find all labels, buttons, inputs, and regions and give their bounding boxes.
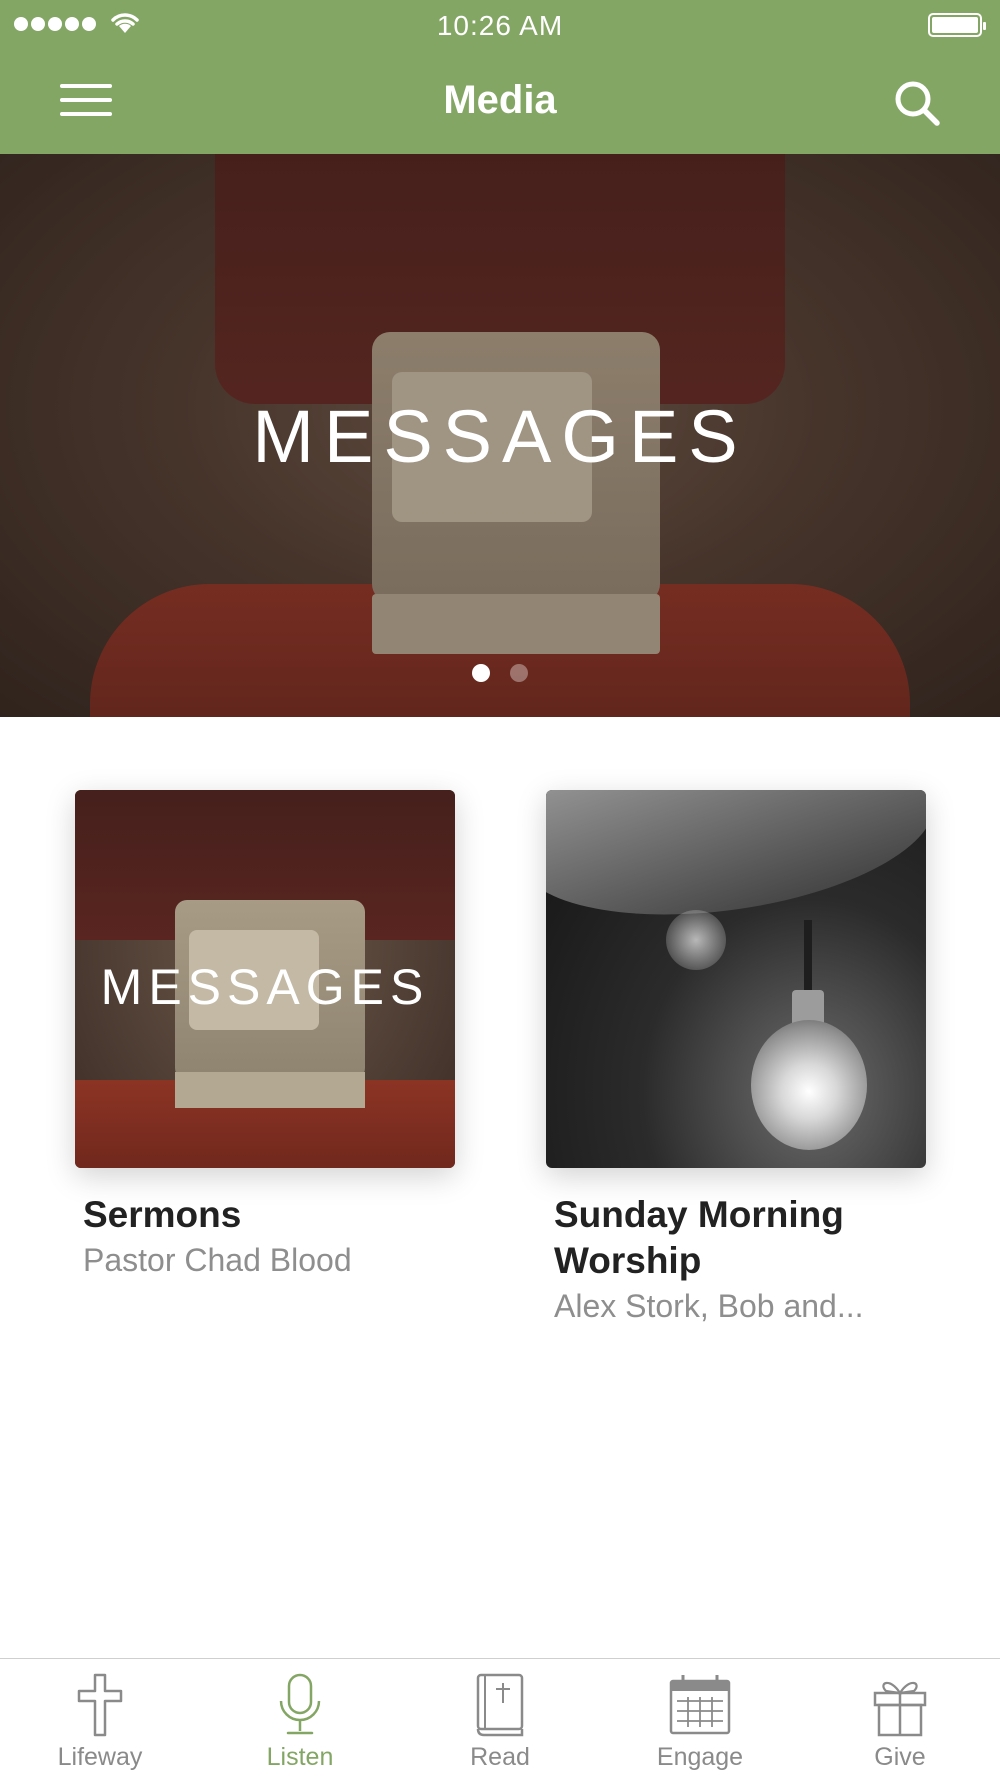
card-subtitle: Alex Stork, Bob and... <box>554 1288 864 1324</box>
tab-label: Lifeway <box>57 1743 143 1771</box>
gift-icon <box>873 1681 927 1737</box>
card-subtitle: Pastor Chad Blood <box>83 1242 352 1278</box>
hero-carousel[interactable]: MESSAGES <box>0 154 1000 717</box>
navigation-bar: Media <box>0 50 1000 154</box>
card-title: Sermons <box>83 1194 242 1235</box>
status-time: 10:26 AM <box>436 10 564 41</box>
battery-icon <box>928 13 986 37</box>
media-card-sunday-morning-worship[interactable]: Sunday Morning Worship Alex Stork, Bob a… <box>546 790 926 1328</box>
page-title: Media <box>443 78 557 122</box>
tab-label: Give <box>874 1743 926 1771</box>
thumbnail-title: MESSAGES <box>100 959 430 1015</box>
carousel-pager <box>0 664 1000 682</box>
bible-icon <box>476 1673 524 1737</box>
tab-label: Read <box>470 1743 530 1771</box>
calendar-icon <box>669 1675 731 1735</box>
hamburger-menu-icon[interactable] <box>58 80 114 124</box>
cross-icon <box>77 1673 123 1737</box>
status-bar: 10:26 AM <box>0 0 1000 50</box>
media-card-sermons[interactable]: MESSAGES Sermons Pastor Chad Blood <box>75 790 455 1282</box>
tab-engage[interactable]: Engage <box>600 1659 800 1778</box>
tab-label: Listen <box>266 1743 334 1771</box>
tab-label: Engage <box>656 1743 744 1771</box>
tab-lifeway[interactable]: Lifeway <box>0 1659 200 1778</box>
tab-listen[interactable]: Listen <box>200 1659 400 1778</box>
search-icon[interactable] <box>892 78 942 128</box>
tab-read[interactable]: Read <box>400 1659 600 1778</box>
tab-bar: Lifeway Listen Read Engage Give <box>0 1658 1000 1778</box>
microphone-icon <box>279 1673 321 1735</box>
pager-dot-1[interactable] <box>472 664 490 682</box>
pager-dot-2[interactable] <box>510 664 528 682</box>
sermons-thumbnail: MESSAGES <box>75 790 455 1168</box>
tab-give[interactable]: Give <box>800 1659 1000 1778</box>
card-title: Sunday Morning Worship <box>554 1194 844 1281</box>
app-header: 10:26 AM Media <box>0 0 1000 154</box>
worship-thumbnail <box>546 790 926 1168</box>
hero-title: MESSAGES <box>252 395 748 478</box>
